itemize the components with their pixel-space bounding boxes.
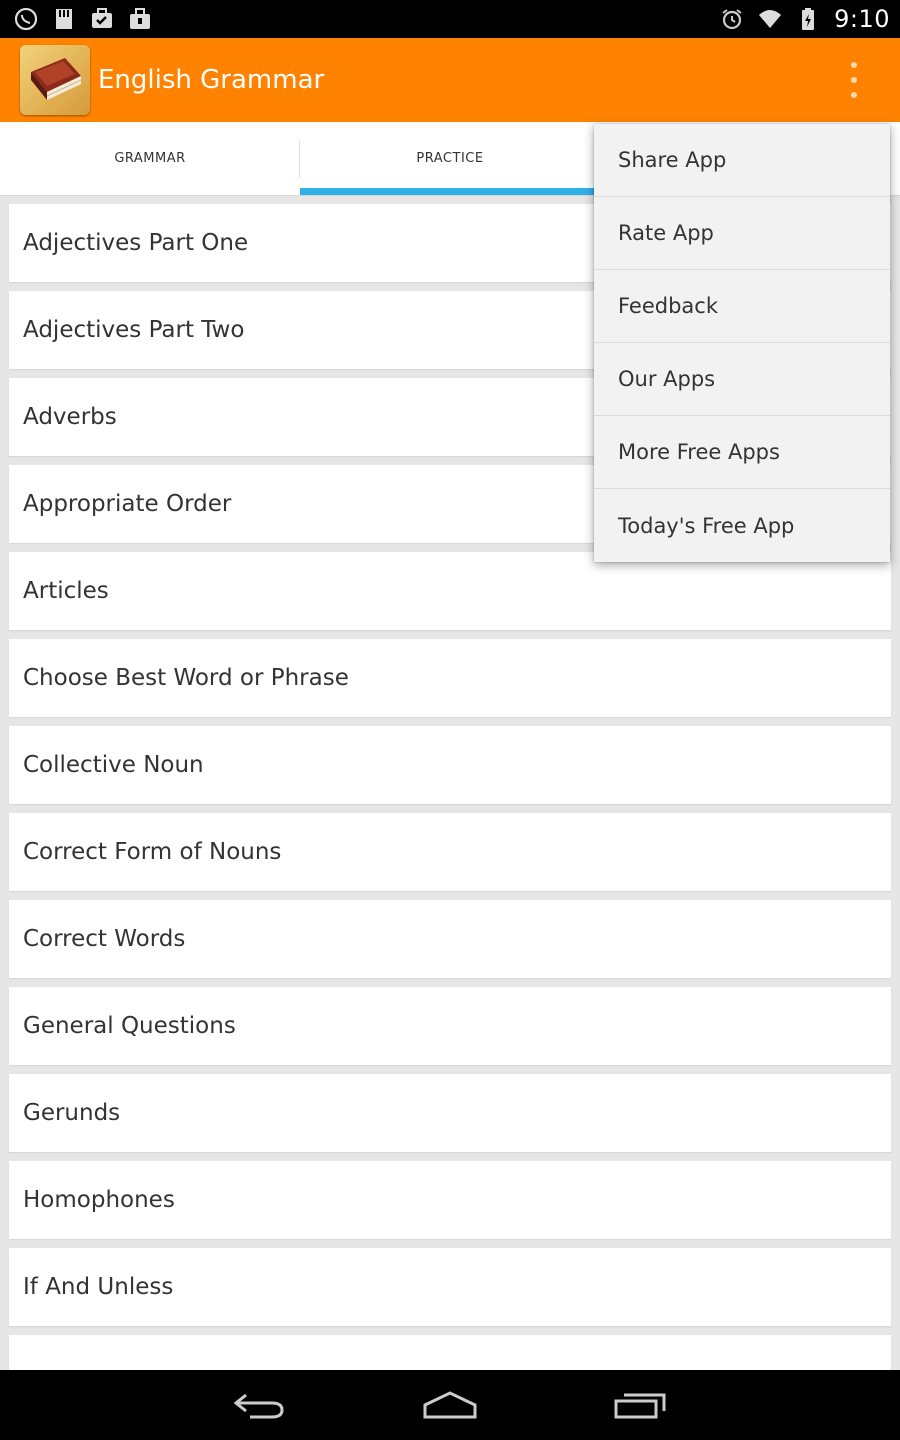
viber-icon [14, 7, 38, 31]
menu-item-label: Today's Free App [618, 513, 795, 538]
screen: 9:10 English Grammar GRAMMAR PRACTICE Ad… [0, 0, 900, 1440]
tab-grammar[interactable]: GRAMMAR [0, 122, 300, 195]
wifi-icon [759, 10, 782, 28]
battery-icon [802, 8, 815, 30]
list-item-label: Collective Noun [23, 752, 204, 778]
tab-grammar-label: GRAMMAR [114, 151, 186, 166]
menu-item-label: Rate App [618, 221, 714, 245]
list-item-label: Correct Form of Nouns [23, 839, 282, 865]
menu-item-label: Share App [618, 148, 727, 172]
menu-item-share-app[interactable]: Share App [594, 124, 890, 197]
list-item[interactable]: Correct Form of Nouns [9, 813, 891, 891]
list-item-label: Choose Best Word or Phrase [23, 665, 349, 691]
list-item-label: Adverbs [23, 404, 117, 430]
list-item-label: Appropriate Order [23, 491, 232, 517]
back-icon[interactable] [230, 1385, 290, 1425]
status-time: 9:10 [834, 5, 890, 33]
menu-item-label: More Free Apps [618, 440, 780, 464]
tab-practice[interactable]: PRACTICE [300, 122, 600, 195]
list-item-label: Homophones [23, 1187, 175, 1213]
menu-item-more-free-apps[interactable]: More Free Apps [594, 416, 890, 489]
book-icon[interactable] [20, 45, 90, 115]
recent-apps-glyph [614, 1393, 666, 1419]
home-glyph [423, 1391, 477, 1419]
list-item[interactable] [9, 1335, 891, 1370]
list-item[interactable]: Homophones [9, 1161, 891, 1239]
tab-practice-label: PRACTICE [416, 151, 484, 166]
status-bar: 9:10 [0, 0, 900, 38]
list-item[interactable]: Correct Words [9, 900, 891, 978]
list-item[interactable]: General Questions [9, 987, 891, 1065]
navigation-bar [0, 1370, 900, 1440]
menu-item-label: Feedback [618, 294, 719, 318]
book-graphic [31, 58, 82, 100]
action-bar: English Grammar [0, 38, 900, 122]
list-item[interactable]: Gerunds [9, 1074, 891, 1152]
overflow-menu-icon[interactable] [844, 62, 864, 98]
list-item[interactable]: Articles [9, 552, 891, 630]
list-item-label: Correct Words [23, 926, 186, 952]
home-icon[interactable] [420, 1385, 480, 1425]
list-item[interactable]: If And Unless [9, 1248, 891, 1326]
status-right-icons: 9:10 [720, 5, 890, 33]
menu-item-our-apps[interactable]: Our Apps [594, 343, 890, 416]
app-title: English Grammar [98, 65, 325, 95]
briefcase-check-icon [92, 8, 112, 28]
list-item-label: If And Unless [23, 1274, 174, 1300]
list-item-label: General Questions [23, 1013, 236, 1039]
sd-card-icon [56, 9, 72, 29]
recent-apps-icon[interactable] [610, 1385, 670, 1425]
shopping-bag-icon [130, 8, 150, 29]
menu-item-rate-app[interactable]: Rate App [594, 197, 890, 270]
list-item-label: Articles [23, 578, 109, 604]
back-glyph [233, 1393, 284, 1419]
alarm-icon [722, 9, 742, 30]
list-item-label: Adjectives Part Two [23, 317, 245, 343]
list-item-label: Gerunds [23, 1100, 121, 1126]
list-item-label: Adjectives Part One [23, 230, 249, 256]
list-item[interactable]: Choose Best Word or Phrase [9, 639, 891, 717]
menu-item-feedback[interactable]: Feedback [594, 270, 890, 343]
overflow-menu: Share App Rate App Feedback Our Apps Mor… [594, 124, 890, 562]
menu-item-todays-free-app[interactable]: Today's Free App [594, 489, 890, 562]
menu-item-label: Our Apps [618, 367, 716, 391]
status-left-icons [14, 7, 152, 31]
list-item[interactable]: Collective Noun [9, 726, 891, 804]
